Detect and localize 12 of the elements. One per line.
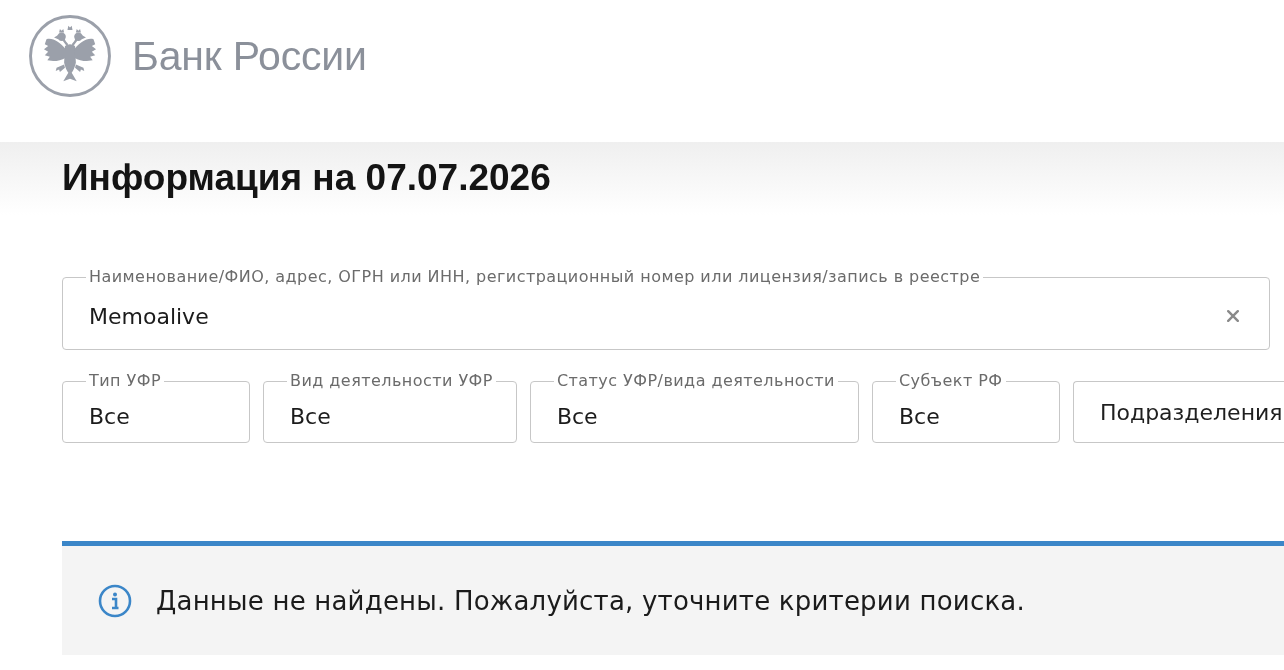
clear-button[interactable] [1227,310,1239,322]
field-label: Вид деятельности УФР [287,371,496,391]
field-label: Субъект РФ [895,371,1006,391]
filter-select[interactable]: Подразделения [1072,381,1284,443]
close-icon [1227,310,1239,322]
page-title: Информация на 07.07.2026 [62,156,551,200]
logo-text: Банк России [132,36,367,77]
alert-message: Данные не найдены. Пожалуйста, уточните критерии поиска. [156,585,1025,616]
info-icon [98,583,132,618]
field-label: Статус УФР/вида деятельности [553,371,838,391]
eagle-emblem-icon [28,14,112,98]
field-label: Наименование/ФИО, адрес, ОГРН или ИНН, регистрационный номер или лицензия/запись в реестре [86,267,984,287]
